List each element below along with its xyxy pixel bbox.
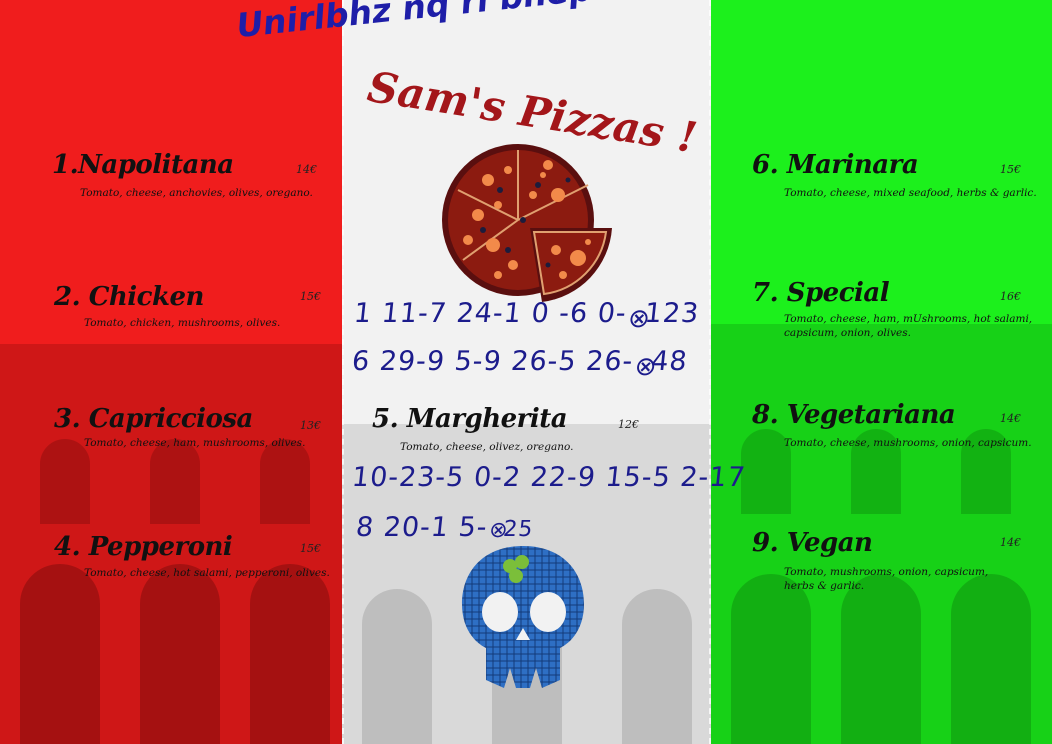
menu-item-capricciosa-desc: Tomato, cheese, ham, mushrooms, olives. bbox=[84, 437, 306, 449]
fold-line-right bbox=[709, 0, 711, 744]
menu-item-margherita-price: 12€ bbox=[618, 418, 639, 431]
code-line-3: 10-23-5 0-2 22-9 15-5 2-17 bbox=[350, 462, 748, 493]
crossed-number-2: ⊗ 48 bbox=[633, 346, 690, 382]
menu-item-margherita-name: 5. Margherita bbox=[372, 404, 568, 434]
green-panel bbox=[711, 0, 1052, 744]
crossed-number-3: ⊗ 25 bbox=[487, 517, 535, 543]
fold-line-left bbox=[342, 0, 344, 744]
code-line-4: 8 20-1 5- ⊗ 25 bbox=[354, 512, 535, 543]
skull-icon bbox=[462, 546, 584, 688]
menu-item-marinara-name: 6. Marinara bbox=[752, 150, 919, 180]
menu-item-vegetariana-name: 8. Vegetariana bbox=[752, 400, 956, 430]
menu-item-vegan-price: 14€ bbox=[1000, 536, 1021, 549]
pizza-icon bbox=[442, 144, 612, 302]
menu-item-napolitana-desc: Tomato, cheese, anchovies, olives, orega… bbox=[80, 187, 313, 199]
menu-item-pepperoni-name: 4. Pepperoni bbox=[54, 532, 233, 562]
menu-item-special-name: 7. Special bbox=[752, 278, 890, 308]
menu-item-vegan-name: 9. Vegan bbox=[752, 528, 873, 558]
menu-item-vegan-desc: Tomato, mushrooms, onion, capsicum, herb… bbox=[784, 566, 989, 592]
menu-item-vegetariana-price: 14€ bbox=[1000, 412, 1021, 425]
menu-item-capricciosa-price: 13€ bbox=[300, 419, 321, 432]
menu-item-napolitana-name: 1.Napolitana bbox=[52, 150, 234, 180]
menu-item-special-desc: Tomato, cheese, ham, mUshrooms, hot sala… bbox=[784, 313, 1033, 339]
menu-item-chicken-price: 15€ bbox=[300, 290, 321, 303]
menu-item-napolitana-price: 14€ bbox=[296, 163, 317, 176]
code-line-1: 1 11-7 24-1 0 -6 0- ⊗ 123 bbox=[352, 298, 701, 334]
crossed-number-1: ⊗ 123 bbox=[626, 298, 701, 334]
menu-item-pepperoni-desc: Tomato, cheese, hot salami, pepperoni, o… bbox=[84, 567, 330, 579]
menu-item-capricciosa-name: 3. Capricciosa bbox=[54, 404, 253, 434]
menu-item-pepperoni-price: 15€ bbox=[300, 542, 321, 555]
red-panel bbox=[0, 0, 342, 744]
menu-item-special-price: 16€ bbox=[1000, 290, 1021, 303]
menu-item-margherita-desc: Tomato, cheese, olivez, oregano. bbox=[400, 441, 574, 453]
menu-item-vegetariana-desc: Tomato, cheese, mushrooms, onion, capsic… bbox=[784, 437, 1032, 449]
menu-item-chicken-name: 2. Chicken bbox=[54, 282, 204, 312]
menu-item-chicken-desc: Tomato, chicken, mushrooms, olives. bbox=[84, 317, 281, 329]
menu-item-marinara-price: 15€ bbox=[1000, 163, 1021, 176]
code-line-2: 6 29-9 5-9 26-5 26- ⊗ 48 bbox=[350, 346, 690, 382]
menu-item-marinara-desc: Tomato, cheese, mixed seafood, herbs & g… bbox=[784, 187, 1037, 199]
